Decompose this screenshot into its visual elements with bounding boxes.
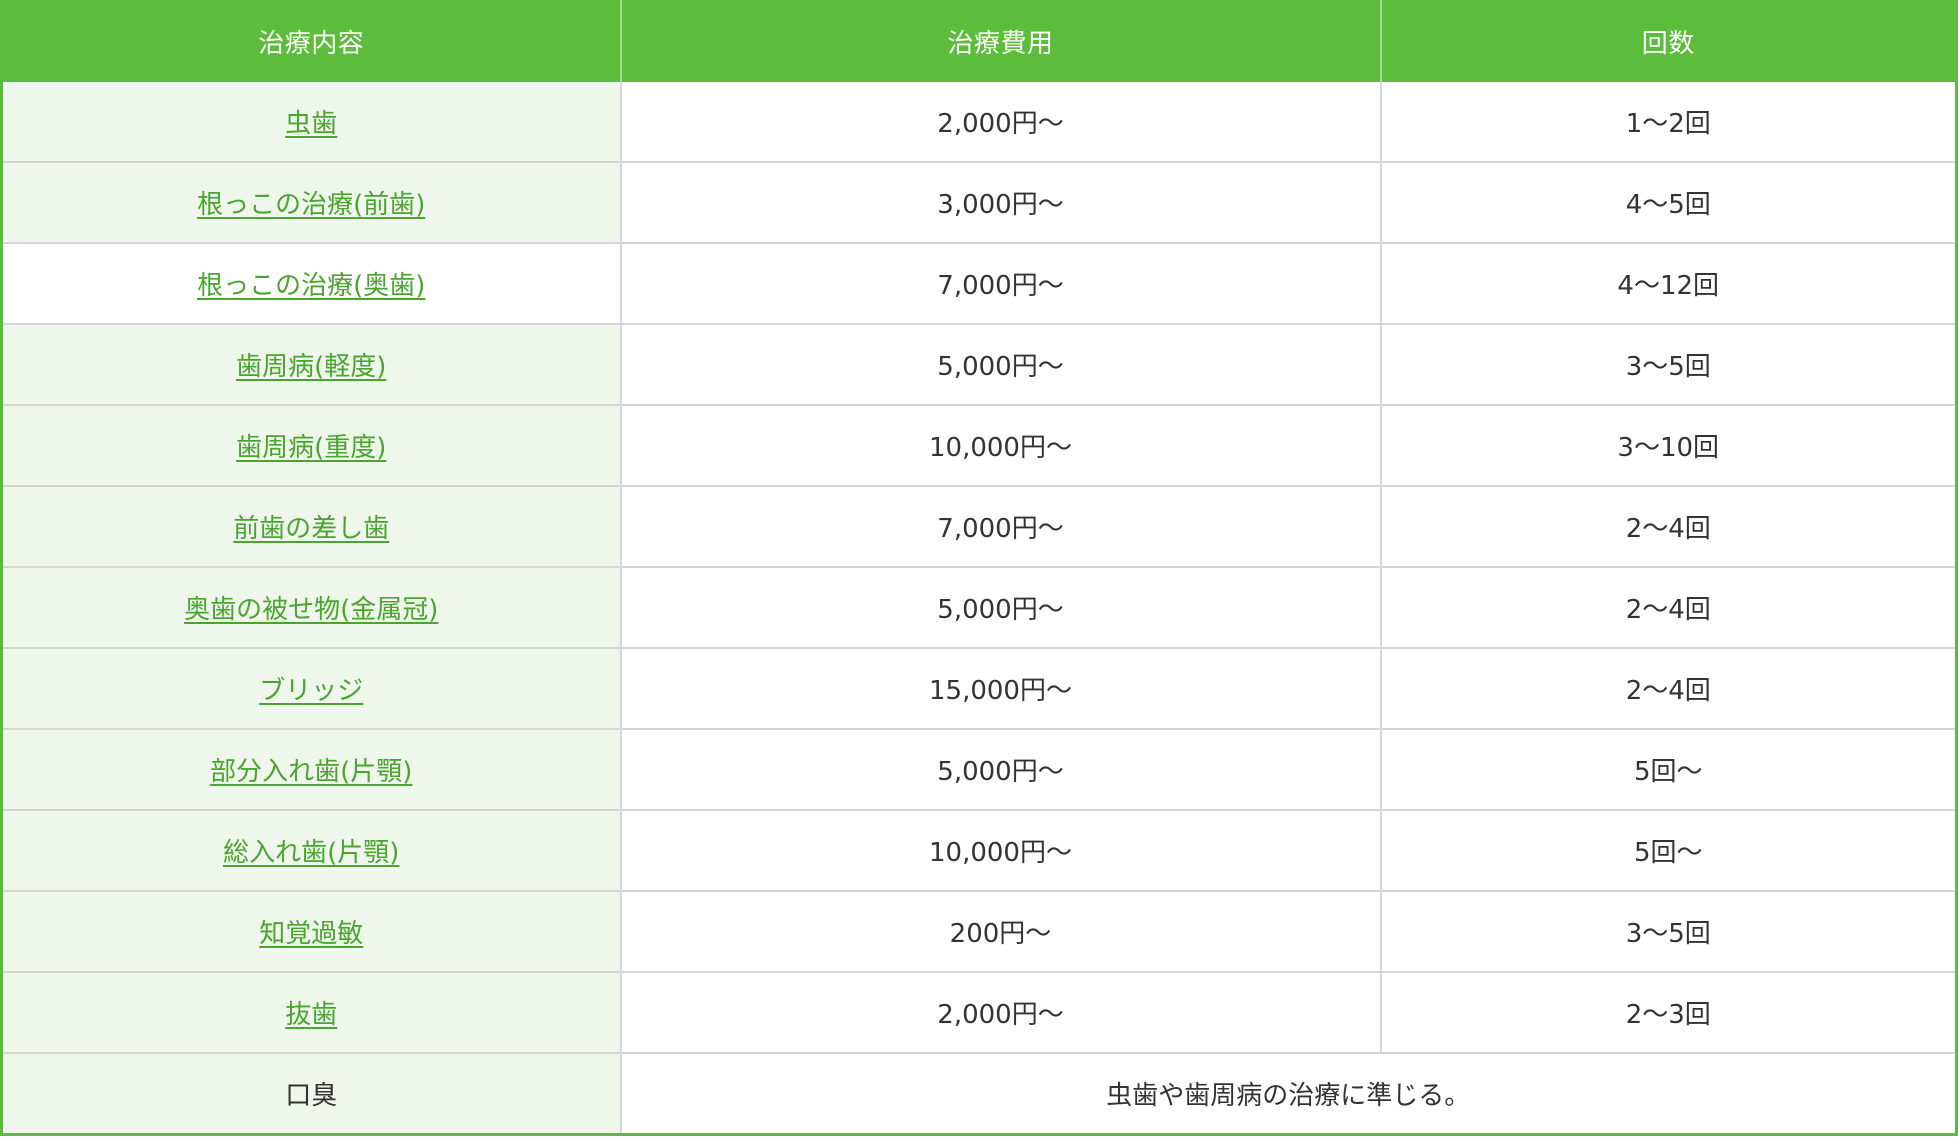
fee-cell: 2,000円〜 <box>620 971 1382 1053</box>
treatment-cell: 部分入れ歯(片顎) <box>1 728 622 810</box>
fee-cell: 7,000円〜 <box>620 485 1382 567</box>
visits-cell: 5回〜 <box>1380 809 1957 891</box>
treatment-cell: 奥歯の被せ物(金属冠) <box>1 566 622 648</box>
table-header: 治療内容 治療費用 回数 <box>1 0 1957 82</box>
treatment-link[interactable]: 根っこの治療(前歯) <box>197 190 425 220</box>
table-row: 根っこの治療(奥歯) 7,000円〜 4〜12回 <box>1 242 1957 324</box>
visits-cell: 4〜12回 <box>1380 242 1957 324</box>
table-row: 歯周病(軽度) 5,000円〜 3〜5回 <box>1 323 1957 405</box>
treatment-cell: ブリッジ <box>1 647 622 729</box>
treatment-cell: 根っこの治療(前歯) <box>1 161 622 243</box>
treatment-price-table: 治療内容 治療費用 回数 虫歯 2,000円〜 1〜2回 根っこの治療(前歯) 3,00… <box>0 0 1958 1136</box>
treatment-link[interactable]: 前歯の差し歯 <box>233 514 389 544</box>
table-row: 知覚過敏 200円〜 3〜5回 <box>1 890 1957 972</box>
treatment-cell: 抜歯 <box>1 971 622 1053</box>
treatment-link[interactable]: 奥歯の被せ物(金属冠) <box>184 595 438 625</box>
header-row: 治療内容 治療費用 回数 <box>1 0 1957 82</box>
fee-cell: 7,000円〜 <box>620 242 1382 324</box>
fee-cell: 5,000円〜 <box>620 728 1382 810</box>
treatment-link[interactable]: 根っこの治療(奥歯) <box>197 271 425 301</box>
fee-cell: 10,000円〜 <box>620 404 1382 486</box>
fee-cell: 5,000円〜 <box>620 323 1382 405</box>
visits-cell: 3〜10回 <box>1380 404 1957 486</box>
table-row: 総入れ歯(片顎) 10,000円〜 5回〜 <box>1 809 1957 891</box>
fee-cell: 200円〜 <box>620 890 1382 972</box>
treatment-label: 口臭 <box>285 1081 338 1111</box>
treatment-cell: 口臭 <box>1 1052 622 1135</box>
visits-cell: 5回〜 <box>1380 728 1957 810</box>
table-row: 歯周病(重度) 10,000円〜 3〜10回 <box>1 404 1957 486</box>
table-row-bad-breath: 口臭 虫歯や歯周病の治療に準じる。 <box>1 1052 1957 1135</box>
fee-cell: 10,000円〜 <box>620 809 1382 891</box>
treatment-link[interactable]: 歯周病(重度) <box>236 433 386 463</box>
visits-cell: 2〜4回 <box>1380 485 1957 567</box>
header-fee: 治療費用 <box>620 0 1382 82</box>
treatment-cell: 歯周病(重度) <box>1 404 622 486</box>
fee-cell: 15,000円〜 <box>620 647 1382 729</box>
treatment-link[interactable]: 総入れ歯(片顎) <box>223 838 399 868</box>
visits-cell: 2〜3回 <box>1380 971 1957 1053</box>
treatment-link[interactable]: ブリッジ <box>259 676 363 706</box>
fee-cell: 3,000円〜 <box>620 161 1382 243</box>
treatment-cell: 歯周病(軽度) <box>1 323 622 405</box>
treatment-link[interactable]: 歯周病(軽度) <box>236 352 386 382</box>
table-row: 奥歯の被せ物(金属冠) 5,000円〜 2〜4回 <box>1 566 1957 648</box>
table-row: 抜歯 2,000円〜 2〜3回 <box>1 971 1957 1053</box>
table-row: 虫歯 2,000円〜 1〜2回 <box>1 82 1957 162</box>
treatment-note-cell: 虫歯や歯周病の治療に準じる。 <box>620 1052 1957 1135</box>
treatment-cell: 根っこの治療(奥歯) <box>1 242 622 324</box>
visits-cell: 3〜5回 <box>1380 890 1957 972</box>
visits-cell: 1〜2回 <box>1380 82 1957 162</box>
header-treatment: 治療内容 <box>1 0 622 82</box>
treatment-cell: 総入れ歯(片顎) <box>1 809 622 891</box>
table-body: 虫歯 2,000円〜 1〜2回 根っこの治療(前歯) 3,000円〜 4〜5回 根っこの治療… <box>1 82 1957 1135</box>
visits-cell: 2〜4回 <box>1380 566 1957 648</box>
treatment-link[interactable]: 部分入れ歯(片顎) <box>210 757 412 787</box>
table-row: ブリッジ 15,000円〜 2〜4回 <box>1 647 1957 729</box>
treatment-cell: 知覚過敏 <box>1 890 622 972</box>
fee-cell: 5,000円〜 <box>620 566 1382 648</box>
treatment-link[interactable]: 虫歯 <box>285 109 337 139</box>
treatment-link[interactable]: 抜歯 <box>285 1000 337 1030</box>
fee-cell: 2,000円〜 <box>620 82 1382 162</box>
table-row: 根っこの治療(前歯) 3,000円〜 4〜5回 <box>1 161 1957 243</box>
visits-cell: 4〜5回 <box>1380 161 1957 243</box>
table-row: 前歯の差し歯 7,000円〜 2〜4回 <box>1 485 1957 567</box>
visits-cell: 2〜4回 <box>1380 647 1957 729</box>
header-visits: 回数 <box>1380 0 1957 82</box>
visits-cell: 3〜5回 <box>1380 323 1957 405</box>
treatment-link[interactable]: 知覚過敏 <box>259 919 363 949</box>
treatment-cell: 虫歯 <box>1 82 622 162</box>
treatment-cell: 前歯の差し歯 <box>1 485 622 567</box>
table-row: 部分入れ歯(片顎) 5,000円〜 5回〜 <box>1 728 1957 810</box>
